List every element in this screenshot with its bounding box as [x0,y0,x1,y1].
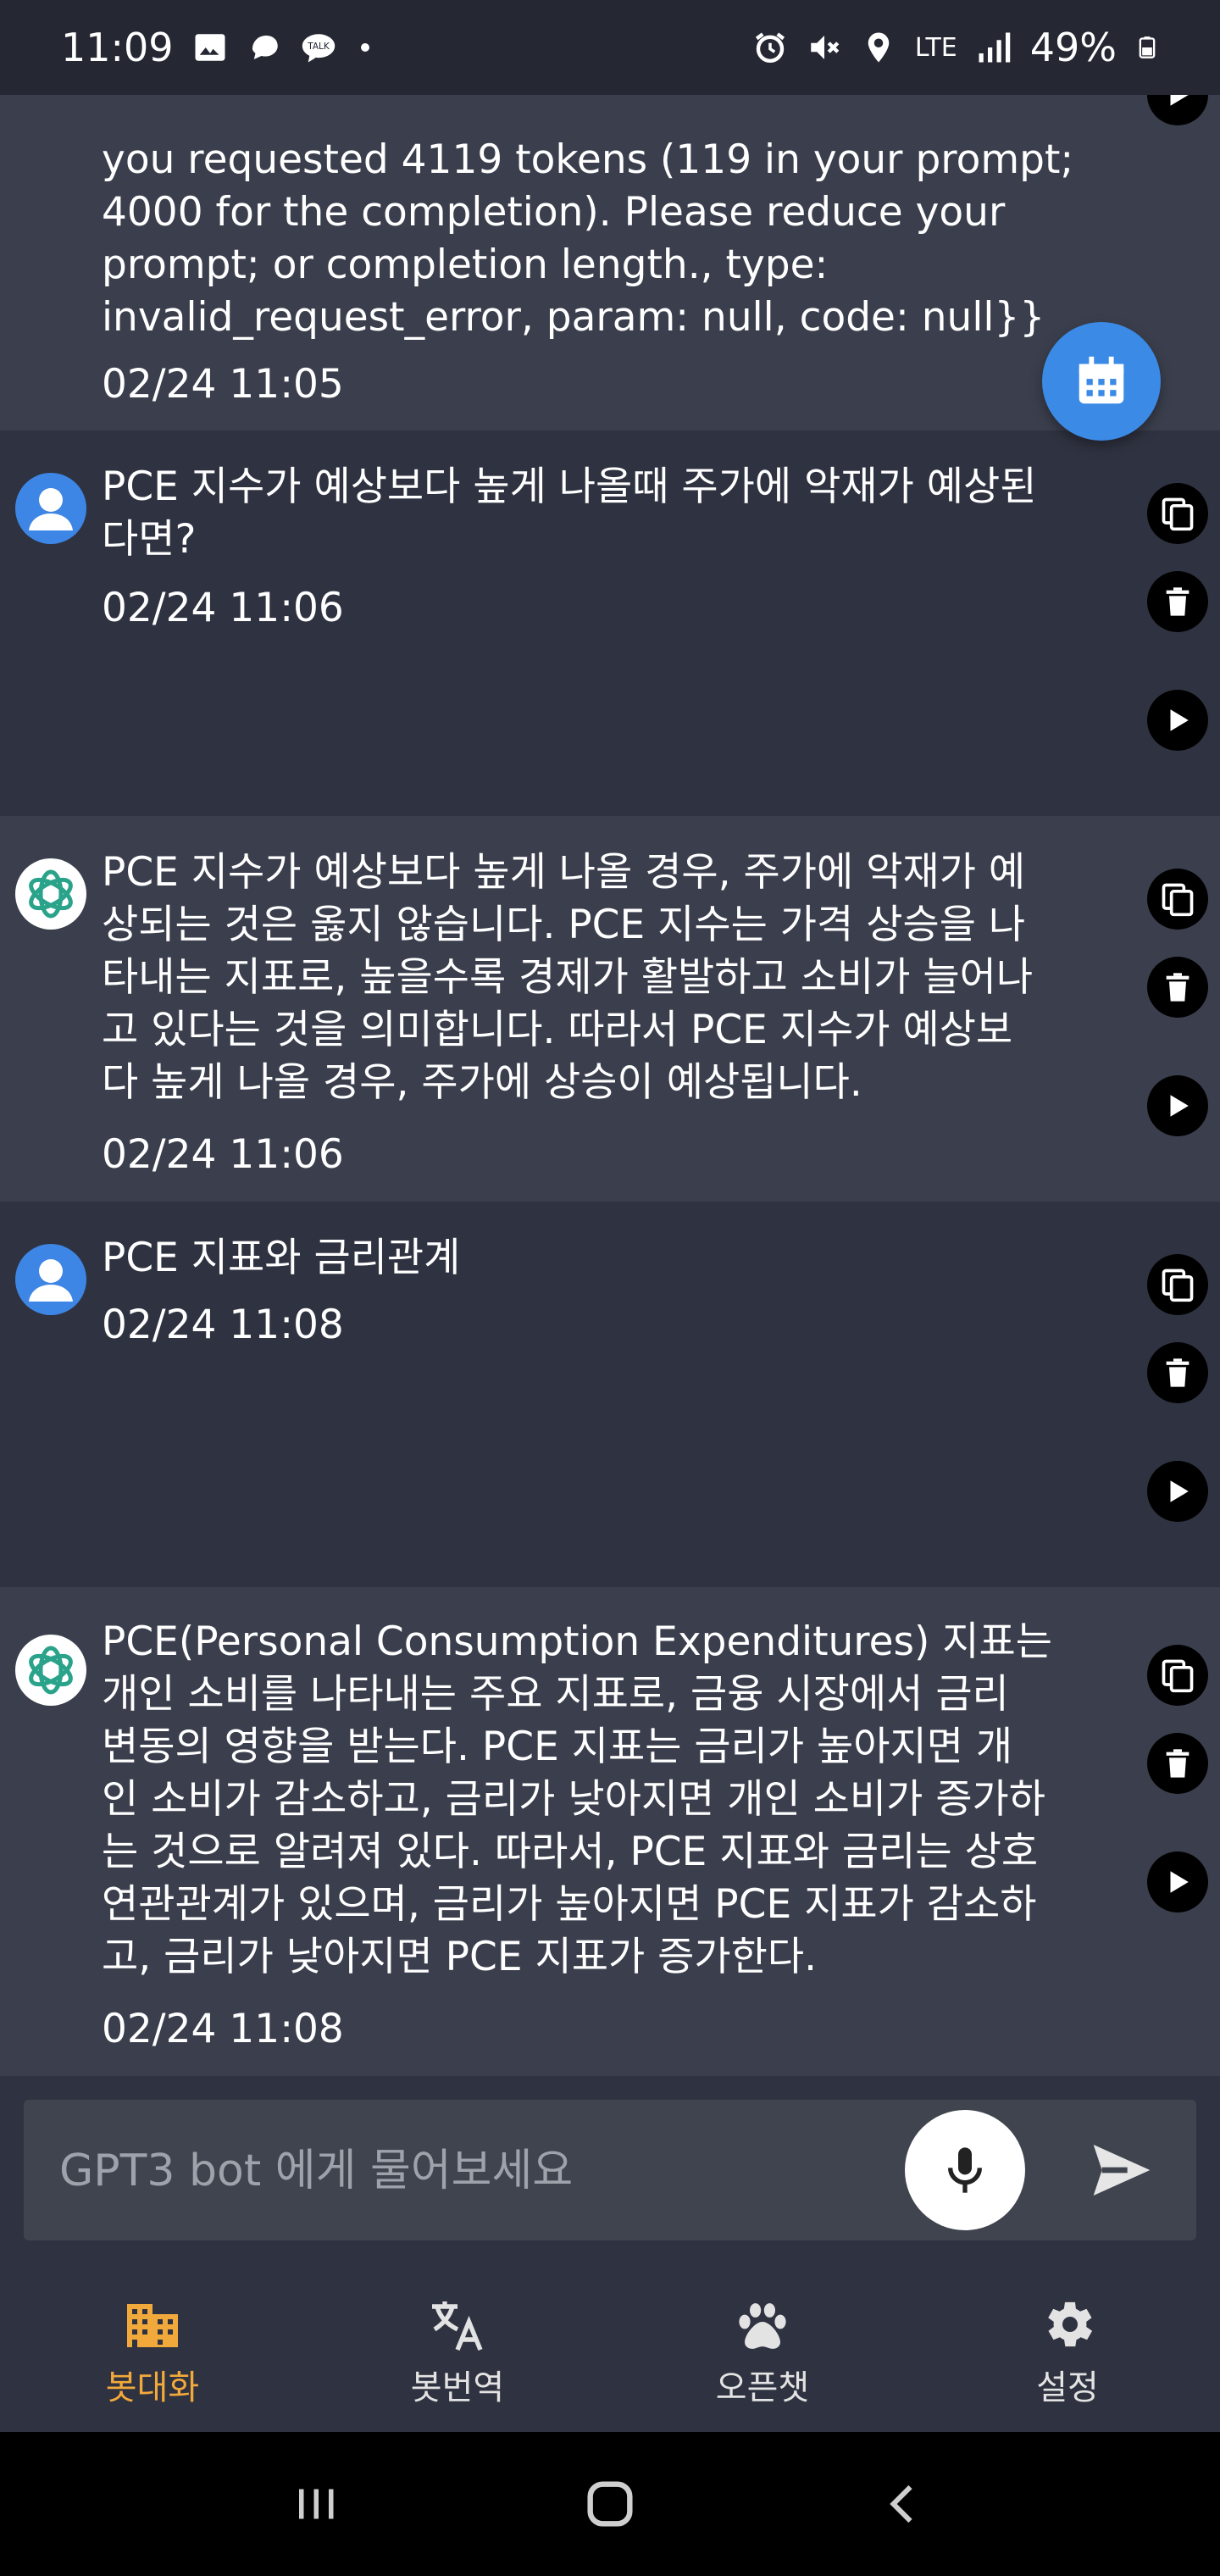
gear-icon [1048,2301,1093,2347]
home-icon[interactable] [580,2474,640,2534]
message-text: PCE(Personal Consumption Expenditures) 지… [102,1618,1052,1980]
chat-message-bot: PCE 지수가 예상보다 높게 나올 경우, 주가에 악재가 예 상되는 것은 … [0,816,1220,1202]
user-avatar [15,1244,86,1315]
openai-logo-icon [17,860,85,928]
mic-icon [948,2147,982,2193]
mute-icon [811,36,840,59]
play-icon [1170,1480,1189,1502]
message-timestamp: 02/24 11:08 [102,2006,344,2052]
send-button[interactable] [1083,2131,1161,2209]
trash-icon [1166,973,1190,1002]
play-button[interactable] [1147,95,1208,125]
copy-icon [1162,1659,1194,1693]
dot-icon [360,43,369,52]
message-timestamp: 02/24 11:05 [102,361,344,408]
messenger-icon [252,36,278,59]
mic-button[interactable] [905,2110,1025,2230]
trash-icon [1166,587,1190,616]
svg-text:TALK: TALK [307,42,330,52]
play-icon [1170,95,1189,106]
user-avatar [15,473,86,544]
copy-button[interactable] [1147,1254,1208,1315]
bot-avatar [15,858,86,930]
copy-button[interactable] [1147,1645,1208,1706]
person-icon [29,1259,73,1302]
person-icon [29,488,73,530]
delete-button[interactable] [1147,1342,1208,1403]
copy-icon [1162,883,1194,917]
message-text: you requested 4119 tokens (119 in your p… [102,136,1074,341]
trash-icon [1166,1358,1190,1387]
message-input-box [24,2100,1196,2242]
nav-label: 봇대화 [105,2368,200,2407]
play-icon [1170,709,1189,731]
nav-item-settings[interactable]: 설정 [915,2271,1220,2432]
play-button[interactable] [1147,1075,1208,1136]
send-icon [1093,2145,1151,2196]
translate-icon [432,2301,483,2351]
status-left: 11:09 TALK [61,25,375,70]
message-text: PCE 지수가 예상보다 높게 나올때 주가에 악재가 예상된 다면? [102,464,1037,563]
calendar-icon [1079,356,1124,404]
nav-item-bot-translate[interactable]: 봇번역 [305,2271,610,2432]
copy-icon [1162,497,1194,531]
message-text: PCE 지수가 예상보다 높게 나올 경우, 주가에 악재가 예 상되는 것은 … [102,849,1034,1106]
nav-label: 봇번역 [410,2368,505,2407]
chat-message-user: PCE 지표와 금리관계 02/24 11:08 [0,1202,1220,1587]
play-button[interactable] [1147,1461,1208,1522]
nav-label: 설정 [1036,2368,1099,2407]
lte-label: LTE [914,32,957,63]
building-icon [127,2304,178,2347]
paw-icon [739,2303,786,2349]
message-text: PCE 지표와 금리관계 [102,1235,461,1281]
play-button[interactable] [1147,1852,1208,1913]
delete-button[interactable] [1147,957,1208,1018]
gallery-icon [195,34,225,61]
message-input[interactable] [58,2100,900,2242]
bottom-navigation: 봇대화 봇번역 오픈챗 설정 [0,2271,1220,2432]
recent-apps-icon[interactable] [286,2479,346,2529]
calendar-fab-button[interactable] [1042,322,1161,441]
nav-label: 오픈챗 [715,2368,810,2407]
input-area [0,2076,1220,2271]
message-timestamp: 02/24 11:06 [102,585,344,631]
delete-button[interactable] [1147,571,1208,632]
signal-icon [979,32,1010,63]
nav-item-open-chat[interactable]: 오픈챗 [610,2271,915,2432]
message-timestamp: 02/24 11:06 [102,1131,344,1178]
delete-button[interactable] [1147,1733,1208,1794]
talk-icon: TALK [302,34,335,63]
chat-message-user: PCE 지수가 예상보다 높게 나올때 주가에 악재가 예상된 다면? 02/2… [0,430,1220,816]
alarm-icon [755,32,785,63]
chat-message-bot: you requested 4119 tokens (119 in your p… [0,95,1220,430]
message-timestamp: 02/24 11:08 [102,1302,344,1348]
play-icon [1170,1871,1189,1893]
copy-icon [1162,1269,1194,1302]
copy-button[interactable] [1147,869,1208,930]
system-navigation-bar [0,2432,1220,2576]
battery-icon [1139,36,1156,58]
play-button[interactable] [1147,690,1208,751]
openai-logo-icon [17,1636,85,1704]
bot-avatar [15,1635,86,1706]
copy-button[interactable] [1147,483,1208,544]
back-icon[interactable] [874,2479,934,2529]
status-time: 11:09 [61,25,174,70]
status-right: LTE 49% [752,25,1159,70]
battery-percent: 49% [1029,25,1117,70]
chat-message-bot: PCE(Personal Consumption Expenditures) 지… [0,1587,1220,2076]
chat-list[interactable]: you requested 4119 tokens (119 in your p… [0,95,1220,2076]
nav-item-bot-chat[interactable]: 봇대화 [0,2271,305,2432]
trash-icon [1166,1749,1190,1778]
location-icon [868,32,890,63]
status-bar: 11:09 TALK LTE 49% [0,0,1220,95]
play-icon [1170,1095,1189,1117]
